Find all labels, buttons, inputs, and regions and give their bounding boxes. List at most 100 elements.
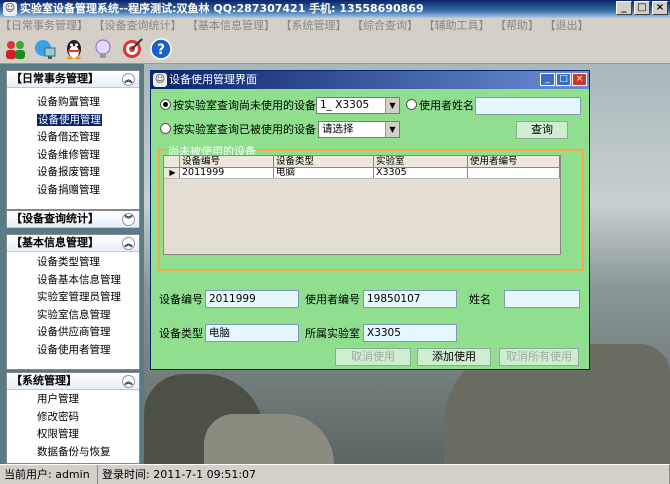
radio-user-name[interactable] xyxy=(406,99,417,110)
radio-used-label: 按实验室查询已被使用的设备 xyxy=(173,123,316,136)
lab-select-unused-value: 1_ X3305 xyxy=(320,99,370,111)
sidebar-item-donate[interactable]: 设备捐赠管理 xyxy=(7,182,139,200)
lab-select-used-value: 请选择 xyxy=(322,123,354,135)
target-icon[interactable] xyxy=(119,36,145,62)
cancel-all-usage-button[interactable]: 取消所有使用 xyxy=(499,348,579,366)
chevron-up-icon[interactable]: ︽ xyxy=(122,73,135,86)
sidebar-item-borrow[interactable]: 设备借还管理 xyxy=(7,129,139,147)
user-no-field[interactable]: 19850107 xyxy=(363,290,457,308)
col-user-no[interactable]: 使用者编号 xyxy=(468,156,560,167)
sidebar-item-supplier[interactable]: 设备供应商管理 xyxy=(7,324,139,342)
devices-grid: 设备编号 设备类型 实验室 使用者编号 ▶ 2011999 电脑 X3305 xyxy=(163,155,561,255)
dialog-close-button[interactable]: × xyxy=(572,73,587,86)
usage-dialog: ☺ 设备使用管理界面 _ □ × 按实验室查询尚未使用的设备 1_ X3305 … xyxy=(150,70,590,370)
panel-system-header[interactable]: 【系统管理】 ︽ xyxy=(7,373,139,390)
maximize-button[interactable]: □ xyxy=(634,1,650,15)
panel-basic-header[interactable]: 【基本信息管理】 ︽ xyxy=(7,235,139,252)
dialog-icon: ☺ xyxy=(153,73,167,87)
app-title: 实验室设备管理系统--程序测试:双鱼林 QQ:287307421 手机: 135… xyxy=(20,2,424,15)
sidebar-item-device-user[interactable]: 设备使用者管理 xyxy=(7,342,139,360)
panel-daily-title: 【日常事务管理】 xyxy=(11,72,99,85)
chevron-down-icon[interactable]: ︾ xyxy=(122,213,135,226)
minimize-button[interactable]: _ xyxy=(616,1,632,15)
menu-help[interactable]: 【帮助】 xyxy=(495,19,539,32)
dialog-titlebar: ☺ 设备使用管理界面 _ □ × xyxy=(151,71,589,89)
row-pointer-icon: ▶ xyxy=(164,168,180,178)
background-rock xyxy=(204,414,334,464)
lab-label: 所属实验室 xyxy=(305,327,360,340)
menu-exit[interactable]: 【退出】 xyxy=(545,19,589,32)
chevron-up-icon[interactable]: ︽ xyxy=(122,237,135,250)
dialog-controls: _ □ × xyxy=(540,73,587,86)
device-no-label: 设备编号 xyxy=(159,293,203,306)
sidebar-item-change-password[interactable]: 修改密码 xyxy=(7,409,139,427)
sidebar-item-backup[interactable]: 数据备份与恢复 xyxy=(7,444,139,462)
sidebar-item-lab-admin[interactable]: 实验室管理员管理 xyxy=(7,289,139,307)
app-icon: ☺ xyxy=(3,2,17,16)
cell-device-no[interactable]: 2011999 xyxy=(180,168,274,178)
device-type-field[interactable]: 电脑 xyxy=(205,324,299,342)
panel-daily-header[interactable]: 【日常事务管理】 ︽ xyxy=(7,71,139,88)
dialog-title: 设备使用管理界面 xyxy=(169,73,257,86)
col-device-type[interactable]: 设备类型 xyxy=(274,156,374,167)
cancel-usage-button[interactable]: 取消使用 xyxy=(335,348,411,366)
cell-user-no[interactable] xyxy=(468,168,560,178)
query-button[interactable]: 查询 xyxy=(516,121,568,139)
svg-text:?: ? xyxy=(157,42,165,58)
menu-daily[interactable]: 【日常事务管理】 xyxy=(0,19,88,32)
device-type-label: 设备类型 xyxy=(159,327,203,340)
table-row[interactable]: ▶ 2011999 电脑 X3305 xyxy=(164,168,560,179)
status-current-user: 当前用户: admin xyxy=(0,465,98,484)
toolbar: ? xyxy=(0,34,670,64)
panel-basic: 【基本信息管理】 ︽ 设备类型管理 设备基本信息管理 实验室管理员管理 实验室信… xyxy=(6,234,140,370)
panel-query-header[interactable]: 【设备查询统计】 ︾ xyxy=(7,211,139,228)
cell-device-type[interactable]: 电脑 xyxy=(274,168,374,178)
lab-select-used[interactable]: 请选择 ▼ xyxy=(318,121,400,138)
col-device-no[interactable]: 设备编号 xyxy=(180,156,274,167)
menu-system[interactable]: 【系统管理】 xyxy=(281,19,347,32)
col-lab[interactable]: 实验室 xyxy=(374,156,468,167)
status-login-time: 登录时间: 2011-7-1 09:51:07 xyxy=(98,465,670,484)
sidebar-item-repair[interactable]: 设备维修管理 xyxy=(7,147,139,165)
help-icon[interactable]: ? xyxy=(148,36,174,62)
chevron-down-icon[interactable]: ▼ xyxy=(385,122,399,137)
menu-basic[interactable]: 【基本信息管理】 xyxy=(187,19,275,32)
qq-icon[interactable] xyxy=(61,36,87,62)
sidebar-item-device-info[interactable]: 设备基本信息管理 xyxy=(7,272,139,290)
sidebar-item-device-type[interactable]: 设备类型管理 xyxy=(7,254,139,272)
cell-lab[interactable]: X3305 xyxy=(374,168,468,178)
name-field[interactable] xyxy=(504,290,580,308)
panel-query: 【设备查询统计】 ︾ xyxy=(6,210,140,228)
panel-query-title: 【设备查询统计】 xyxy=(11,212,99,225)
lab-select-unused[interactable]: 1_ X3305 ▼ xyxy=(316,97,400,114)
status-bar: 当前用户: admin 登录时间: 2011-7-1 09:51:07 xyxy=(0,464,670,484)
chevron-up-icon[interactable]: ︽ xyxy=(122,375,135,388)
sidebar-item-usage[interactable]: 设备使用管理 xyxy=(7,112,139,130)
sidebar-item-purchase[interactable]: 设备购置管理 xyxy=(7,94,139,112)
panel-daily: 【日常事务管理】 ︽ 设备购置管理 设备使用管理 设备借还管理 设备维修管理 设… xyxy=(6,70,140,210)
sidebar-item-lab-info[interactable]: 实验室信息管理 xyxy=(7,307,139,325)
close-button[interactable]: × xyxy=(652,1,668,15)
radio-used[interactable] xyxy=(160,123,171,134)
device-no-field[interactable]: 2011999 xyxy=(205,290,299,308)
user-name-search-input[interactable] xyxy=(475,97,581,115)
dialog-minimize-button[interactable]: _ xyxy=(540,73,555,86)
add-usage-button[interactable]: 添加使用 xyxy=(417,348,491,366)
panel-system: 【系统管理】 ︽ 用户管理 修改密码 权限管理 数据备份与恢复 xyxy=(6,372,140,464)
sidebar-item-permissions[interactable]: 权限管理 xyxy=(7,426,139,444)
users-icon[interactable] xyxy=(3,36,29,62)
menu-search[interactable]: 【综合查询】 xyxy=(352,19,418,32)
sidebar-item-scrap[interactable]: 设备报废管理 xyxy=(7,164,139,182)
network-icon[interactable] xyxy=(32,36,58,62)
sidebar-item-user-mgmt[interactable]: 用户管理 xyxy=(7,391,139,409)
radio-unused[interactable] xyxy=(160,99,171,110)
lab-field[interactable]: X3305 xyxy=(363,324,457,342)
menu-query[interactable]: 【设备查询统计】 xyxy=(94,19,182,32)
dialog-maximize-button[interactable]: □ xyxy=(556,73,571,86)
chevron-down-icon[interactable]: ▼ xyxy=(385,98,399,113)
lightbulb-icon[interactable] xyxy=(90,36,116,62)
panel-basic-title: 【基本信息管理】 xyxy=(11,236,99,249)
window-controls: _ □ × xyxy=(616,1,668,15)
grid-header: 设备编号 设备类型 实验室 使用者编号 xyxy=(164,156,560,168)
menu-tools[interactable]: 【辅助工具】 xyxy=(424,19,490,32)
